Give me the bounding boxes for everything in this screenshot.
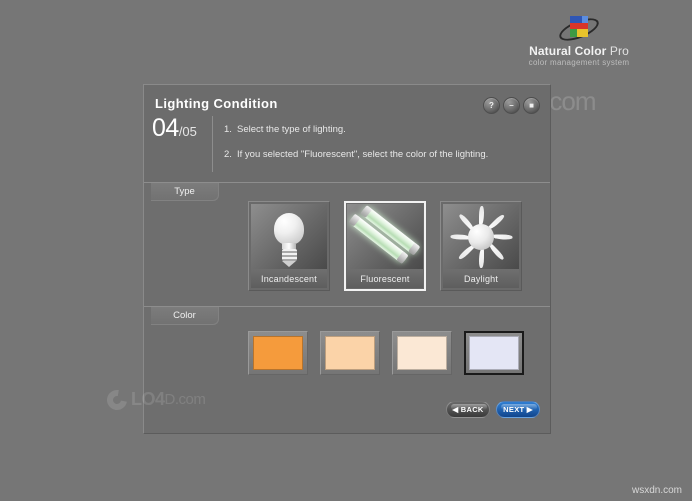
next-button[interactable]: NEXT ▶: [496, 401, 540, 418]
incandescent-artwork: [251, 204, 327, 269]
daylight-artwork: [443, 204, 519, 269]
step-current: 04: [152, 114, 179, 142]
page-title: Lighting Condition: [155, 96, 278, 111]
window-controls: ? – ■: [483, 97, 540, 114]
color-cube-orbit-icon: [556, 12, 602, 46]
instruction-item: 1. Select the type of lighting.: [224, 123, 542, 136]
color-section: Color ◀ BACK NEXT ▶: [144, 307, 550, 433]
color-swatch-list: [248, 331, 524, 375]
help-icon: ?: [489, 101, 494, 110]
instruction-list: 1. Select the type of lighting. 2. If yo…: [224, 123, 542, 173]
type-section-tab: Type: [151, 183, 219, 201]
watermark-swirl-icon: [103, 385, 131, 414]
color-swatch-fill: [397, 336, 447, 370]
step-total: /05: [178, 124, 197, 139]
instruction-number: 1.: [224, 124, 232, 135]
type-option-label: Incandescent: [251, 269, 327, 288]
instruction-item: 2. If you selected "Fluorescent", select…: [224, 148, 542, 161]
header-divider: [212, 116, 213, 172]
color-swatch-orange[interactable]: [248, 331, 308, 375]
color-swatch-light-peach[interactable]: [320, 331, 380, 375]
type-option-incandescent[interactable]: Incandescent: [248, 201, 330, 291]
instruction-text: Select the type of lighting.: [237, 124, 346, 135]
back-button[interactable]: ◀ BACK: [446, 401, 490, 418]
type-option-label: Fluorescent: [347, 269, 423, 288]
panel-header: Lighting Condition 04/05 1. Select the t…: [144, 85, 550, 183]
color-swatch-fill: [469, 336, 519, 370]
color-swatch-fill: [325, 336, 375, 370]
type-section: Type Incandescent Fluorescent Daylight: [144, 183, 550, 307]
fluorescent-tube-icon: [348, 204, 421, 269]
light-bulb-icon: [274, 213, 304, 267]
brand-subtitle: color management system: [528, 58, 630, 67]
wizard-navigation: ◀ BACK NEXT ▶: [446, 401, 540, 418]
brand-title-bold: Natural Color: [529, 44, 607, 58]
color-swatch-fill: [253, 336, 303, 370]
minimize-button[interactable]: –: [503, 97, 520, 114]
sun-icon: [450, 205, 513, 268]
color-swatch-cool-white[interactable]: [464, 331, 524, 375]
minimize-icon: –: [509, 101, 514, 110]
lighting-type-options: Incandescent Fluorescent Daylight: [248, 201, 522, 291]
instruction-text: If you selected "Fluorescent", select th…: [237, 149, 489, 160]
close-icon: ■: [529, 101, 534, 110]
step-indicator: 04/05: [152, 114, 197, 146]
color-section-tab: Color: [151, 307, 219, 325]
type-option-label: Daylight: [443, 269, 519, 288]
help-button[interactable]: ?: [483, 97, 500, 114]
brand-title-thin: Pro: [606, 44, 629, 58]
brand-title: Natural Color Pro: [504, 45, 654, 58]
wizard-panel: Lighting Condition 04/05 1. Select the t…: [143, 84, 551, 434]
color-swatch-cream[interactable]: [392, 331, 452, 375]
type-option-fluorescent[interactable]: Fluorescent: [344, 201, 426, 291]
site-credit: wsxdn.com: [631, 485, 682, 496]
instruction-number: 2.: [224, 149, 232, 160]
app-branding: Natural Color Pro color management syste…: [504, 12, 654, 68]
type-option-daylight[interactable]: Daylight: [440, 201, 522, 291]
fluorescent-artwork: [347, 204, 423, 269]
close-button[interactable]: ■: [523, 97, 540, 114]
